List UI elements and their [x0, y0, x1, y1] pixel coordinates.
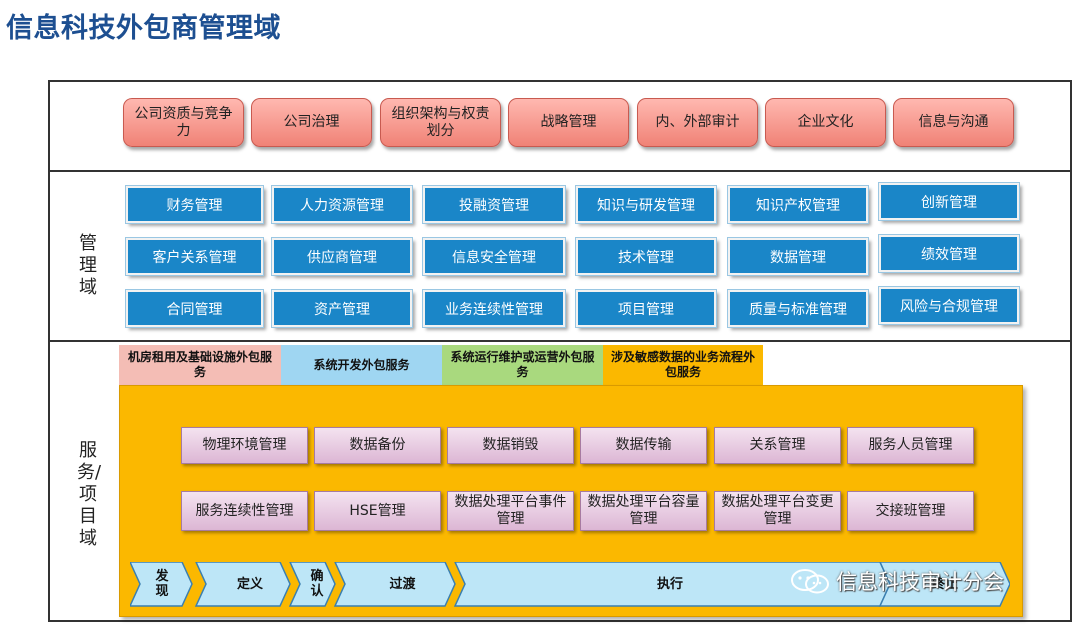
governance-item: 企业文化	[765, 98, 886, 147]
governance-item: 组织架构与权责划分	[380, 98, 501, 147]
management-item: 技术管理	[575, 237, 717, 276]
service-item: 数据处理平台事件管理	[447, 491, 574, 531]
service-item: 数据处理平台变更管理	[714, 491, 841, 531]
management-item: 财务管理	[125, 185, 264, 224]
management-item: 绩效管理	[878, 234, 1020, 273]
governance-item: 信息与沟通	[893, 98, 1014, 147]
lifecycle-step-label: 发现	[155, 569, 169, 599]
service-tab: 机房租用及基础设施外包服务	[119, 345, 281, 385]
lifecycle-step-label: 确认	[310, 569, 324, 599]
service-tab: 系统运行维护或运营外包服务	[442, 345, 603, 385]
service-item: 交接班管理	[847, 491, 974, 531]
service-item: 数据备份	[314, 427, 441, 464]
service-item: 物理环境管理	[181, 427, 308, 464]
governance-item: 战略管理	[508, 98, 629, 147]
page-title: 信息科技外包商管理域	[6, 13, 281, 44]
management-item: 创新管理	[878, 182, 1020, 221]
watermark-text: 信息科技审计分会	[836, 570, 1004, 594]
management-item: 资产管理	[271, 289, 413, 328]
governance-item: 内、外部审计	[637, 98, 758, 147]
management-item: 业务连续性管理	[422, 289, 566, 328]
watermark: 信息科技审计分会	[790, 566, 1004, 596]
management-item: 供应商管理	[271, 237, 413, 276]
governance-item: 公司治理	[251, 98, 372, 147]
management-item: 数据管理	[727, 237, 869, 276]
management-item: 客户关系管理	[125, 237, 264, 276]
management-item: 风险与合规管理	[878, 286, 1020, 325]
management-item: 知识产权管理	[727, 185, 869, 224]
service-item: 关系管理	[714, 427, 841, 464]
service-label: 服务/项目域	[77, 440, 102, 549]
management-item: 投融资管理	[422, 185, 566, 224]
wechat-icon	[791, 569, 829, 594]
service-item: HSE管理	[314, 491, 441, 531]
management-item: 质量与标准管理	[727, 289, 869, 328]
service-item: 数据处理平台容量管理	[580, 491, 707, 531]
service-tab: 涉及敏感数据的业务流程外包服务	[603, 345, 763, 385]
service-item: 服务连续性管理	[181, 491, 308, 531]
management-item: 合同管理	[125, 289, 264, 328]
management-item: 项目管理	[575, 289, 717, 328]
governance-item: 公司资质与竞争力	[123, 98, 244, 147]
service-tab: 系统开发外包服务	[281, 345, 442, 385]
service-item: 服务人员管理	[847, 427, 974, 464]
lifecycle-step-label: 定义	[236, 576, 263, 592]
lifecycle-step-label: 过渡	[389, 576, 416, 592]
service-item: 数据传输	[580, 427, 707, 464]
management-item: 知识与研发管理	[575, 185, 717, 224]
service-item: 数据销毁	[447, 427, 574, 464]
management-item: 信息安全管理	[422, 237, 566, 276]
management-item: 人力资源管理	[271, 185, 413, 224]
management-label: 管理域	[79, 233, 97, 298]
